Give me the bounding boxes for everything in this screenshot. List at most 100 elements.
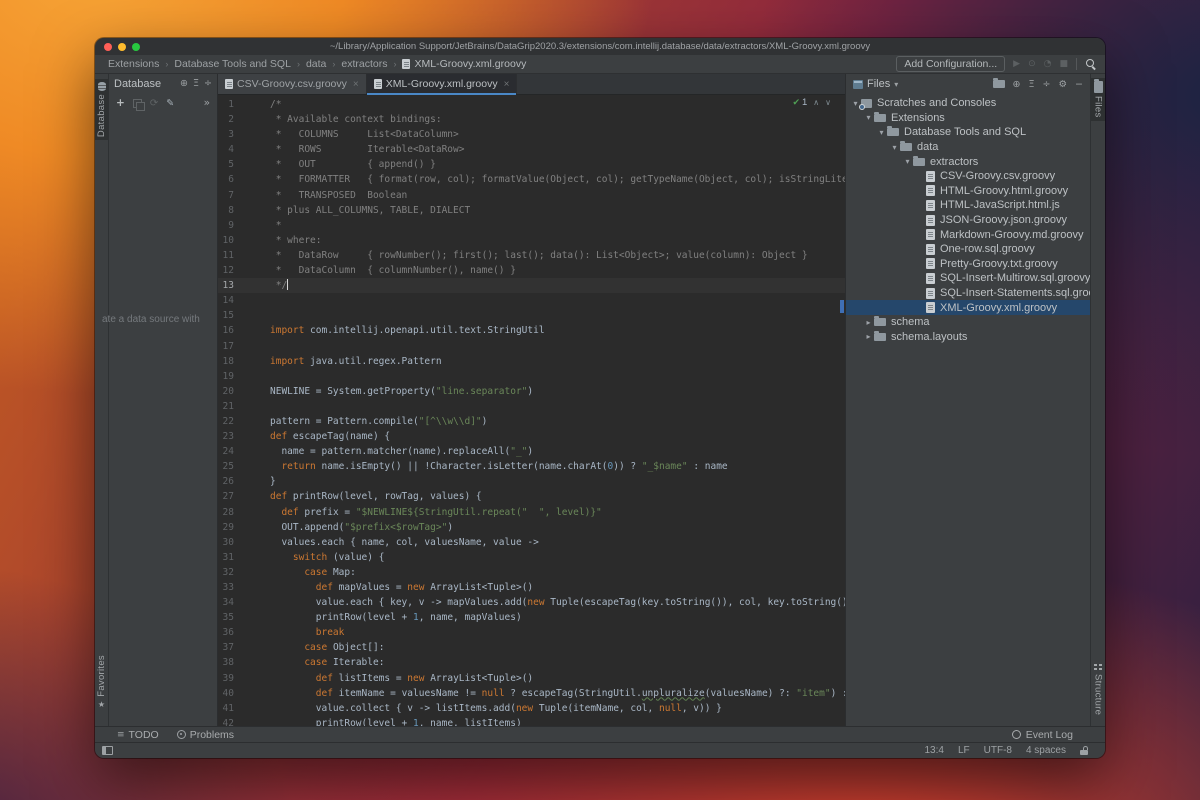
tree-item-markdown-groovy-md-groovy[interactable]: Markdown-Groovy.md.groovy <box>846 227 1090 242</box>
hide-panel-icon[interactable]: − <box>1075 79 1083 90</box>
close-icon[interactable]: × <box>504 79 510 90</box>
code-line[interactable]: 9 * <box>218 218 845 233</box>
toolwindow-tab-files[interactable]: Files <box>1091 78 1105 121</box>
tab-xml-groovy[interactable]: XML-Groovy.xml.groovy × <box>367 74 518 94</box>
event-log-button[interactable]: Event Log <box>1012 729 1073 741</box>
tree-item-scratches-and-consoles[interactable]: ▾Scratches and Consoles <box>846 96 1090 111</box>
chevron-right-icon[interactable]: ▸ <box>863 318 874 327</box>
tree-item-database-tools-and-sql[interactable]: ▾Database Tools and SQL <box>846 125 1090 140</box>
code-line[interactable]: 13 */ <box>218 278 845 293</box>
debug-icon[interactable]: ⊙ <box>1028 60 1036 69</box>
gear-icon[interactable]: ⚙ <box>1059 79 1068 90</box>
select-open-file-icon[interactable] <box>993 80 1005 88</box>
code-line[interactable]: 26} <box>218 474 845 489</box>
line-ending[interactable]: LF <box>958 745 970 756</box>
zoom-window-icon[interactable] <box>132 43 140 51</box>
data-source-properties-icon[interactable]: ✎ <box>166 98 174 109</box>
code-editor[interactable]: 1/*2 * Available context bindings:3 * CO… <box>218 95 845 726</box>
code-line[interactable]: 25 return name.isEmpty() || !Character.i… <box>218 459 845 474</box>
code-line[interactable]: 1/* <box>218 97 845 112</box>
code-line[interactable]: 32 case Map: <box>218 565 845 580</box>
files-panel-title[interactable]: Files <box>867 78 890 90</box>
add-configuration-button[interactable]: Add Configuration... <box>896 56 1005 72</box>
todo-button[interactable]: ≡ TODO <box>117 729 159 741</box>
code-line[interactable]: 14 <box>218 293 845 308</box>
error-stripe-caret-mark[interactable] <box>840 300 844 313</box>
toolwindow-tab-database[interactable]: Database <box>95 79 108 140</box>
code-line[interactable]: 4 * ROWS Iterable<DataRow> <box>218 142 845 157</box>
tree-item-html-groovy-html-groovy[interactable]: HTML-Groovy.html.groovy <box>846 184 1090 199</box>
code-line[interactable]: 41 value.collect { v -> listItems.add(ne… <box>218 701 845 716</box>
chevron-down-icon[interactable]: ▾ <box>889 143 900 152</box>
code-line[interactable]: 36 break <box>218 625 845 640</box>
coverage-icon[interactable]: ◔ <box>1044 60 1052 69</box>
code-line[interactable]: 28 def prefix = "$NEWLINE${StringUtil.re… <box>218 505 845 520</box>
code-line[interactable]: 39 def listItems = new ArrayList<Tuple>(… <box>218 671 845 686</box>
tree-item-extensions[interactable]: ▾Extensions <box>846 111 1090 126</box>
tab-csv-groovy[interactable]: CSV-Groovy.csv.groovy × <box>218 74 367 94</box>
expand-collapse-icon[interactable]: ÷ <box>1043 79 1051 90</box>
more-actions-icon[interactable]: » <box>204 97 210 109</box>
code-line[interactable]: 21 <box>218 399 845 414</box>
run-icon[interactable]: ▶ <box>1013 60 1020 69</box>
code-line[interactable]: 33 def mapValues = new ArrayList<Tuple>(… <box>218 580 845 595</box>
locate-icon[interactable]: ⊕ <box>1013 79 1021 90</box>
toolwindow-tab-favorites[interactable]: Favorites ★ <box>95 652 108 712</box>
refresh-icon[interactable]: ⟳ <box>150 98 158 109</box>
search-icon[interactable] <box>1085 58 1097 70</box>
code-line[interactable]: 37 case Object[]: <box>218 640 845 655</box>
code-line[interactable]: 11 * DataRow { rowNumber(); first(); las… <box>218 248 845 263</box>
code-line[interactable]: 20NEWLINE = System.getProperty("line.sep… <box>218 384 845 399</box>
caret-position[interactable]: 13:4 <box>924 745 943 756</box>
expand-collapse-icon[interactable]: ÷ <box>204 79 212 89</box>
tree-item-extractors[interactable]: ▾extractors <box>846 154 1090 169</box>
unlocked-padlock-icon[interactable] <box>1080 750 1088 755</box>
chevron-down-icon[interactable]: ▾ <box>894 80 898 89</box>
code-line[interactable]: 3 * COLUMNS List<DataColumn> <box>218 127 845 142</box>
code-line[interactable]: 5 * OUT { append() } <box>218 157 845 172</box>
add-data-source-icon[interactable]: + <box>116 97 125 109</box>
code-line[interactable]: 19 <box>218 369 845 384</box>
tree-item-sql-insert-statements-sql-groovy[interactable]: SQL-Insert-Statements.sql.groovy <box>846 286 1090 301</box>
indent-setting[interactable]: 4 spaces <box>1026 745 1066 756</box>
file-encoding[interactable]: UTF-8 <box>984 745 1012 756</box>
code-line[interactable]: 29 OUT.append("$prefix<$rowTag>") <box>218 520 845 535</box>
code-line[interactable]: 24 name = pattern.matcher(name).replaceA… <box>218 444 845 459</box>
tree-item-schema-layouts[interactable]: ▸schema.layouts <box>846 330 1090 345</box>
tree-item-csv-groovy-csv-groovy[interactable]: CSV-Groovy.csv.groovy <box>846 169 1090 184</box>
code-line[interactable]: 2 * Available context bindings: <box>218 112 845 127</box>
tree-item-schema[interactable]: ▸schema <box>846 315 1090 330</box>
code-line[interactable]: 6 * FORMATTER { format(row, col); format… <box>218 172 845 187</box>
breadcrumb-item[interactable]: extractors <box>341 58 387 70</box>
chevron-right-icon[interactable]: ▸ <box>863 332 874 341</box>
tree-item-html-javascript-html-js[interactable]: HTML-JavaScript.html.js <box>846 198 1090 213</box>
code-line[interactable]: 10 * where: <box>218 233 845 248</box>
next-problem-icon[interactable]: ∨ <box>825 98 831 107</box>
code-line[interactable]: 27def printRow(level, rowTag, values) { <box>218 489 845 504</box>
tree-item-xml-groovy-xml-groovy[interactable]: XML-Groovy.xml.groovy <box>846 300 1090 315</box>
code-line[interactable]: 35 printRow(level + 1, name, mapValues) <box>218 610 845 625</box>
code-line[interactable]: 30 values.each { name, col, valuesName, … <box>218 535 845 550</box>
locate-icon[interactable]: ⊕ <box>180 79 188 89</box>
breadcrumb-item[interactable]: Database Tools and SQL <box>174 58 291 70</box>
breadcrumb-file[interactable]: XML-Groovy.xml.groovy <box>402 58 526 70</box>
code-line[interactable]: 8 * plus ALL_COLUMNS, TABLE, DIALECT <box>218 203 845 218</box>
toolwindow-tab-structure[interactable]: Structure <box>1091 660 1105 718</box>
code-line[interactable]: 15 <box>218 308 845 323</box>
toolwindow-toggle-icon[interactable] <box>102 746 113 755</box>
tree-item-sql-insert-multirow-sql-groovy[interactable]: SQL-Insert-Multirow.sql.groovy <box>846 271 1090 286</box>
inspection-widget[interactable]: ✔1 ∧ ∨ <box>792 97 831 108</box>
collapse-all-icon[interactable]: Ξ <box>1029 79 1035 90</box>
code-line[interactable]: 7 * TRANSPOSED Boolean <box>218 188 845 203</box>
close-icon[interactable]: × <box>353 79 359 90</box>
problems-button[interactable]: Problems <box>177 729 234 741</box>
code-line[interactable]: 17 <box>218 339 845 354</box>
breadcrumb-item[interactable]: Extensions <box>108 58 159 70</box>
minimize-window-icon[interactable] <box>118 43 126 51</box>
stop-icon[interactable]: ■ <box>1059 60 1068 69</box>
prev-problem-icon[interactable]: ∧ <box>813 98 819 107</box>
close-window-icon[interactable] <box>104 43 112 51</box>
tree-item-pretty-groovy-txt-groovy[interactable]: Pretty-Groovy.txt.groovy <box>846 257 1090 272</box>
code-line[interactable]: 18import java.util.regex.Pattern <box>218 354 845 369</box>
code-line[interactable]: 31 switch (value) { <box>218 550 845 565</box>
